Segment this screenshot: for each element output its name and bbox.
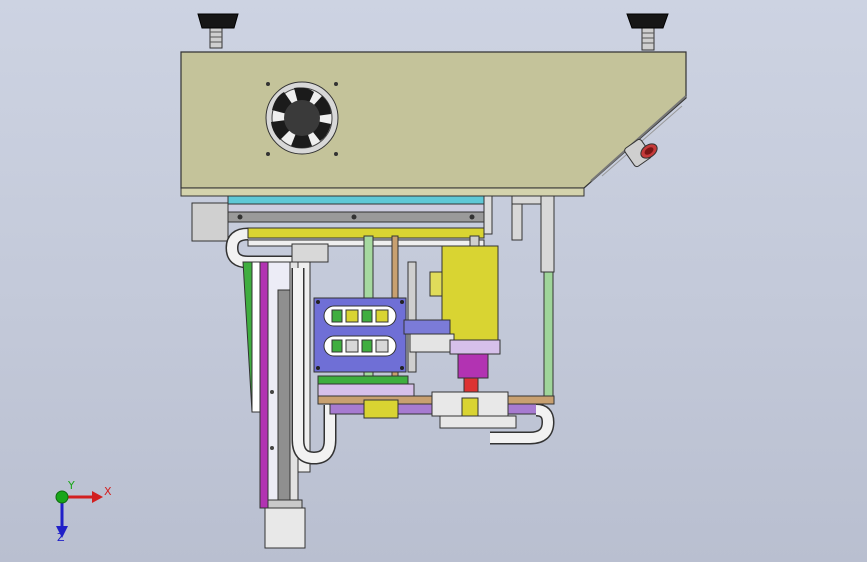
electrical-housing [180,51,687,197]
axis-label-y: Y [67,479,75,492]
orientation-triad: X Y Z [55,479,112,544]
leveling-foot-left [197,13,239,49]
control-panel-frame [313,297,407,373]
right-support-bracket [511,195,555,399]
leveling-foot-right [626,13,669,51]
bottom-transfer-rail [317,375,555,429]
axis-label-x: X [104,485,112,498]
axis-label-z: Z [57,531,65,544]
cad-viewport[interactable]: X Y Z [0,0,867,562]
pneumatic-cylinder [403,245,501,393]
